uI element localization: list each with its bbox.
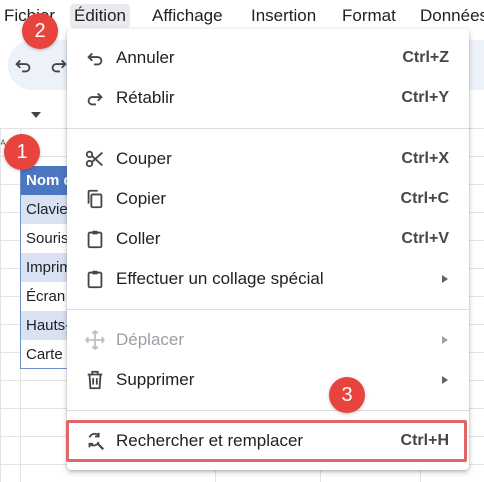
shortcut-label: Ctrl+V	[401, 230, 449, 247]
menu-item-label: Rétablir	[116, 88, 175, 107]
shortcut-label: Ctrl+Y	[401, 89, 449, 106]
table-row[interactable]: Souris	[20, 224, 70, 253]
chevron-down-icon	[31, 112, 41, 118]
find-replace-highlight	[66, 420, 467, 462]
menu-item-label: Annuler	[116, 48, 175, 67]
menu-item-delete[interactable]: Supprimer	[67, 360, 469, 400]
menu-view[interactable]: Affichage	[148, 4, 227, 28]
menu-data[interactable]: Données	[416, 4, 484, 28]
table-row[interactable]: Carte	[20, 340, 70, 369]
menu-edit[interactable]: Édition	[70, 4, 130, 28]
undo-icon	[87, 52, 103, 66]
menu-item-label: Couper	[116, 149, 172, 168]
move-icon	[85, 330, 105, 350]
menu-item-copy[interactable]: Copier Ctrl+C	[67, 179, 469, 219]
menu-separator	[67, 309, 469, 310]
shortcut-label: Ctrl+X	[401, 150, 449, 167]
submenu-arrow-icon	[442, 376, 448, 384]
shortcut-label: Ctrl+Z	[402, 49, 449, 66]
menu-item-label: Copier	[116, 189, 167, 208]
shortcut-label: Ctrl+C	[400, 190, 449, 207]
menu-item-cut[interactable]: Couper Ctrl+X	[67, 139, 469, 179]
table-row[interactable]: Clavier	[20, 195, 70, 224]
menu-item-redo[interactable]: Rétablir Ctrl+Y	[67, 78, 469, 118]
menu-item-undo[interactable]: Annuler Ctrl+Z	[67, 38, 469, 78]
submenu-arrow-icon	[442, 336, 448, 344]
submenu-arrow-icon	[442, 275, 448, 283]
edit-menu: Annuler Ctrl+Z Rétablir Ctrl+Y Couper Ct…	[67, 29, 469, 470]
step-badge-3: 3	[329, 377, 365, 413]
trash-icon	[87, 370, 103, 390]
header-cell[interactable]: Nom du	[20, 166, 70, 195]
menu-item-label: Coller	[116, 229, 161, 248]
table-row[interactable]: Imprimante	[20, 253, 70, 282]
table-row[interactable]: Écran	[20, 282, 70, 311]
scissors-icon	[85, 150, 103, 168]
menu-bar: Fichier Édition Affichage Insertion Form…	[0, 0, 484, 30]
step-badge-1: 1	[4, 134, 40, 170]
menu-format[interactable]: Format	[338, 4, 400, 28]
undo-icon[interactable]	[12, 54, 34, 76]
menu-item-paste[interactable]: Coller Ctrl+V	[67, 219, 469, 259]
menu-item-label: Supprimer	[116, 370, 195, 389]
menu-insert[interactable]: Insertion	[247, 4, 320, 28]
menu-item-label: Effectuer un collage spécial	[116, 269, 324, 288]
menu-item-paste-special[interactable]: Effectuer un collage spécial	[67, 259, 469, 299]
copy-icon	[87, 189, 103, 209]
menu-item-label: Déplacer	[116, 330, 185, 349]
clipboard-icon	[87, 230, 103, 249]
menu-separator	[67, 410, 469, 411]
menu-item-move: Déplacer	[67, 320, 469, 360]
redo-icon	[87, 92, 103, 106]
clipboard-icon	[87, 270, 103, 289]
step-badge-2: 2	[22, 13, 58, 49]
menu-separator	[67, 128, 469, 129]
table-row[interactable]: Hauts-parleurs	[20, 311, 70, 340]
